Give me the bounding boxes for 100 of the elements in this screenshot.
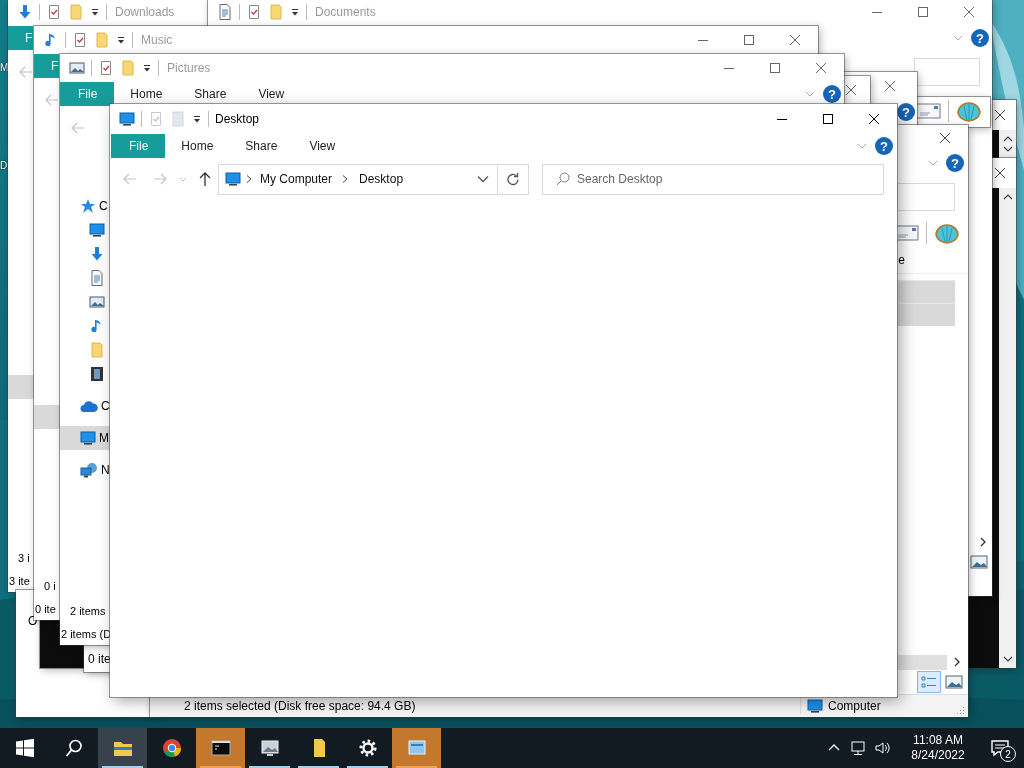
maximize-icon[interactable] — [823, 114, 833, 124]
envelope-icon[interactable] — [915, 102, 941, 120]
item-count: 2 items — [70, 605, 106, 617]
close-icon[interactable] — [846, 85, 856, 95]
back-arrow-icon[interactable] — [44, 92, 60, 108]
running-indicator — [249, 766, 290, 768]
search-icon — [556, 171, 570, 186]
details-view-icon[interactable] — [918, 672, 940, 692]
checked-document-icon[interactable] — [246, 4, 262, 20]
chevron-right-icon[interactable] — [245, 174, 253, 184]
monitor-icon — [807, 698, 823, 714]
clock-time[interactable]: 11:08 AM — [913, 733, 963, 748]
desktop-icon-label[interactable]: D — [0, 160, 8, 171]
chevron-right-icon[interactable] — [341, 174, 350, 184]
status-text: 0 ite — [35, 603, 56, 615]
ribbon-tab[interactable]: View — [242, 82, 301, 106]
chevron-up-icon — [1002, 135, 1013, 142]
chevron-up-icon — [1002, 193, 1013, 200]
star-icon — [80, 198, 96, 214]
location-text: Computer — [828, 699, 881, 713]
running-indicator — [347, 766, 388, 768]
window-title: Desktop — [215, 112, 260, 126]
taskbar-button[interactable] — [196, 728, 245, 768]
resize-grip-icon[interactable] — [957, 706, 965, 714]
monitor-icon — [80, 430, 96, 446]
chevron-down-icon — [1002, 146, 1013, 153]
cloud-icon — [80, 399, 98, 413]
dropdown-caret-icon[interactable] — [90, 7, 100, 17]
checked-document-icon[interactable] — [46, 4, 62, 20]
window-title: Downloads — [115, 5, 175, 19]
clock-date[interactable]: 8/24/2022 — [911, 748, 965, 763]
help-button[interactable]: ? — [897, 103, 915, 121]
horizontal-scrollbar[interactable] — [896, 654, 947, 670]
ribbon-tab[interactable]: Share — [178, 82, 243, 106]
monitor-icon — [89, 222, 105, 238]
help-button[interactable]: ? — [823, 85, 841, 103]
network-icon[interactable] — [850, 740, 866, 756]
preview-view-icon[interactable] — [945, 675, 963, 689]
vertical-scrollbar[interactable] — [999, 188, 1016, 668]
help-button[interactable]: ? — [971, 29, 989, 47]
preview-view-icon[interactable] — [970, 555, 988, 569]
picture-icon[interactable] — [69, 60, 85, 76]
nav-item[interactable]: N — [60, 458, 110, 482]
breadcrumb[interactable]: Desktop — [359, 172, 404, 186]
dropdown-caret-icon[interactable] — [290, 7, 300, 17]
search-field[interactable] — [897, 183, 955, 211]
shell-icon[interactable] — [934, 221, 960, 245]
up-arrow-icon[interactable] — [197, 171, 213, 187]
checked-document-icon[interactable] — [98, 60, 114, 76]
dropdown-caret-icon[interactable] — [116, 35, 126, 45]
gear-icon — [357, 738, 378, 758]
vertical-scrollbar[interactable] — [999, 130, 1016, 158]
status-text: 3 ite — [9, 575, 30, 587]
ribbon-tab[interactable]: Home — [165, 134, 230, 158]
monitor-icon[interactable] — [119, 111, 135, 127]
notification-icon[interactable] — [990, 738, 1010, 758]
nav-item[interactable]: M — [60, 426, 110, 450]
image-viewer-icon — [259, 738, 280, 758]
column-header[interactable]: e — [898, 253, 905, 267]
download-icon[interactable] — [17, 4, 33, 20]
ribbon-tab[interactable]: Home — [114, 82, 179, 106]
volume-icon[interactable] — [874, 740, 890, 756]
checked-document-icon[interactable] — [148, 111, 164, 127]
download-icon — [89, 246, 105, 262]
nav-item[interactable]: C — [60, 394, 110, 418]
taskbar-button[interactable] — [98, 728, 147, 768]
folder-icon — [89, 342, 105, 358]
checked-document-icon[interactable] — [72, 32, 88, 48]
refresh-icon[interactable] — [506, 172, 520, 186]
chevron-down-icon[interactable] — [477, 175, 489, 183]
search-field[interactable]: Search Desktop — [542, 163, 884, 195]
running-indicator — [298, 766, 339, 768]
picture-icon — [89, 294, 105, 310]
running-indicator — [102, 766, 143, 768]
help-button[interactable]: ? — [875, 137, 893, 155]
ribbon-tab[interactable]: View — [293, 134, 352, 158]
close-icon[interactable] — [995, 110, 1005, 120]
ribbon-tab[interactable]: Share — [229, 134, 294, 158]
document-icon[interactable] — [217, 4, 233, 20]
window-text: 0 ite — [88, 652, 111, 666]
document-icon — [89, 270, 105, 286]
dropdown-caret-icon[interactable] — [192, 114, 202, 124]
close-icon[interactable] — [940, 133, 950, 143]
desktop-icon-label[interactable]: M — [0, 62, 9, 73]
dropdown-caret-icon[interactable] — [142, 63, 152, 73]
window-icon — [406, 738, 427, 758]
address-bar[interactable]: My Computer Desktop — [218, 163, 529, 195]
window-title: Music — [141, 33, 173, 47]
help-button[interactable]: ? — [946, 154, 964, 172]
film-icon — [89, 366, 105, 382]
nav-item[interactable]: C — [60, 194, 110, 218]
close-icon[interactable] — [995, 168, 1005, 178]
close-icon[interactable] — [869, 114, 879, 124]
monitor-icon — [225, 171, 241, 187]
back-arrow-icon[interactable] — [18, 64, 34, 80]
chevron-right-icon[interactable] — [953, 657, 961, 667]
shell-icon[interactable] — [956, 99, 982, 123]
breadcrumb[interactable]: My Computer — [260, 172, 333, 186]
chevron-right-icon[interactable] — [979, 537, 987, 547]
browser-icon — [161, 738, 182, 758]
